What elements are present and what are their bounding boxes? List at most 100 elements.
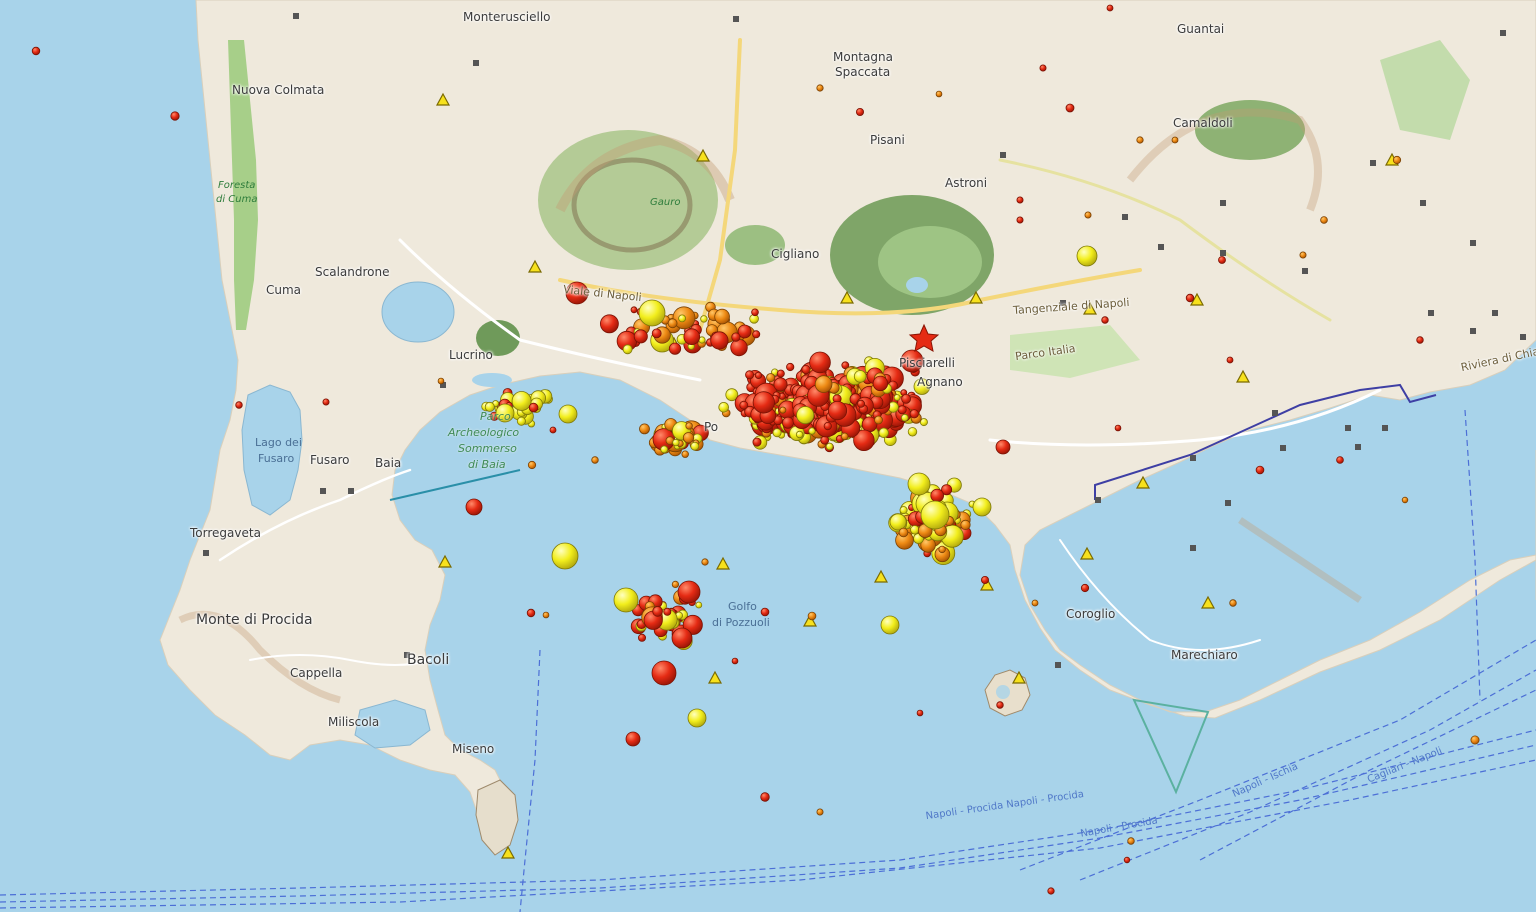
epicenter-red[interactable]: [625, 731, 641, 747]
epicenter-yellow[interactable]: [613, 587, 639, 613]
epicenter-red[interactable]: [754, 371, 763, 379]
epicenter-yellow[interactable]: [516, 416, 526, 426]
epicenter-red[interactable]: [1226, 356, 1234, 364]
epicenter-red[interactable]: [827, 400, 848, 421]
epicenter-orange[interactable]: [1136, 136, 1144, 144]
epicenter-orange[interactable]: [685, 422, 693, 430]
epicenter-yellow[interactable]: [893, 394, 901, 401]
epicenter-red[interactable]: [633, 329, 648, 344]
epicenter-orange[interactable]: [814, 375, 833, 393]
epicenter-red[interactable]: [663, 607, 672, 616]
epicenter-red[interactable]: [823, 421, 832, 431]
epicenter-red[interactable]: [1114, 424, 1122, 432]
epicenter-orange[interactable]: [1320, 216, 1328, 224]
epicenter-yellow[interactable]: [695, 601, 703, 609]
epicenter-red[interactable]: [731, 657, 739, 665]
epicenter-red[interactable]: [1185, 293, 1195, 303]
epicenter-red[interactable]: [897, 405, 907, 415]
epicenter-red[interactable]: [857, 399, 866, 408]
epicenter-red[interactable]: [760, 607, 770, 617]
epicenter-red[interactable]: [668, 342, 682, 355]
epicenter-yellow[interactable]: [795, 430, 804, 439]
epicenter-red[interactable]: [1065, 103, 1075, 113]
epicenter-red[interactable]: [638, 633, 647, 642]
epicenter-orange[interactable]: [714, 308, 730, 325]
epicenter-red[interactable]: [739, 400, 749, 410]
epicenter-yellow[interactable]: [900, 413, 909, 422]
epicenter-red[interactable]: [752, 391, 775, 414]
epicenter-yellow[interactable]: [907, 427, 918, 437]
epicenter-red[interactable]: [730, 338, 748, 357]
epicenter-red[interactable]: [652, 606, 663, 617]
epicenter-orange[interactable]: [671, 580, 680, 589]
epicenter-orange[interactable]: [1229, 599, 1237, 607]
epicenter-orange[interactable]: [1031, 599, 1039, 607]
epicenter-red[interactable]: [909, 409, 919, 419]
epicenter-yellow[interactable]: [920, 500, 950, 530]
epicenter-red[interactable]: [820, 435, 830, 445]
epicenter-red[interactable]: [786, 362, 795, 372]
epicenter-red[interactable]: [671, 627, 693, 649]
map-canvas[interactable]: [0, 0, 1536, 912]
epicenter-red[interactable]: [677, 580, 701, 604]
epicenter-red[interactable]: [235, 401, 243, 409]
epicenter-red[interactable]: [630, 306, 638, 314]
epicenter-yellow[interactable]: [700, 315, 708, 323]
epicenter-yellow[interactable]: [910, 525, 920, 535]
epicenter-red[interactable]: [773, 377, 788, 392]
epicenter-orange[interactable]: [1392, 155, 1402, 165]
epicenter-red[interactable]: [1039, 64, 1047, 72]
epicenter-orange[interactable]: [779, 406, 787, 414]
epicenter-yellow[interactable]: [511, 391, 532, 411]
epicenter-red[interactable]: [916, 709, 924, 717]
epicenter-red[interactable]: [751, 308, 759, 317]
epicenter-orange[interactable]: [527, 460, 537, 470]
epicenter-red[interactable]: [1218, 256, 1226, 264]
epicenter-yellow[interactable]: [660, 445, 669, 454]
epicenter-yellow[interactable]: [972, 497, 992, 517]
epicenter-yellow[interactable]: [825, 442, 834, 451]
epicenter-red[interactable]: [731, 332, 741, 342]
epicenter-red[interactable]: [1080, 583, 1090, 593]
epicenter-red[interactable]: [1101, 316, 1109, 324]
epicenter-red[interactable]: [1016, 196, 1024, 204]
epicenter-orange[interactable]: [898, 527, 909, 538]
epicenter-red[interactable]: [760, 792, 770, 802]
epicenter-red[interactable]: [930, 488, 944, 503]
epicenter-red[interactable]: [1123, 856, 1131, 864]
epicenter-orange[interactable]: [816, 808, 824, 816]
epicenter-orange[interactable]: [960, 519, 971, 531]
epicenter-red[interactable]: [1047, 887, 1055, 895]
epicenter-red[interactable]: [809, 351, 831, 374]
epicenter-red[interactable]: [526, 608, 536, 618]
epicenter-orange[interactable]: [840, 432, 849, 441]
epicenter-yellow[interactable]: [772, 428, 782, 438]
epicenter-yellow[interactable]: [880, 615, 900, 635]
epicenter-yellow[interactable]: [687, 708, 707, 728]
epicenter-orange[interactable]: [542, 611, 550, 619]
epicenter-red[interactable]: [752, 437, 762, 447]
epicenter-yellow[interactable]: [899, 506, 908, 515]
epicenter-red[interactable]: [651, 328, 662, 339]
epicenter-red[interactable]: [801, 364, 811, 375]
epicenter-orange[interactable]: [1470, 735, 1480, 745]
epicenter-red[interactable]: [170, 111, 180, 121]
epicenter-orange[interactable]: [681, 450, 689, 458]
epicenter-orange[interactable]: [701, 558, 709, 566]
epicenter-red[interactable]: [31, 46, 41, 56]
epicenter-orange[interactable]: [1171, 136, 1179, 144]
epicenter-orange[interactable]: [938, 545, 946, 554]
epicenter-orange[interactable]: [682, 432, 695, 444]
epicenter-orange[interactable]: [437, 377, 445, 385]
epicenter-red[interactable]: [776, 369, 785, 378]
epicenter-orange[interactable]: [591, 456, 599, 464]
epicenter-yellow[interactable]: [678, 314, 686, 323]
epicenter-orange[interactable]: [1299, 251, 1307, 259]
epicenter-yellow[interactable]: [907, 472, 931, 496]
epicenter-red[interactable]: [683, 328, 701, 346]
epicenter-red[interactable]: [1336, 456, 1344, 464]
epicenter-red[interactable]: [1255, 465, 1265, 475]
epicenter-orange[interactable]: [1084, 211, 1092, 219]
epicenter-orange[interactable]: [935, 90, 943, 98]
epicenter-yellow[interactable]: [690, 441, 700, 451]
